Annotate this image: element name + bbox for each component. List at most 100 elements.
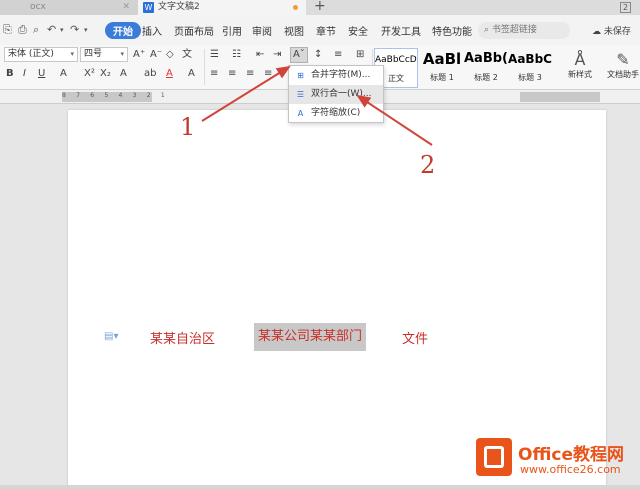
cloud-icon: ☁ — [592, 27, 601, 37]
character-border-icon[interactable]: A — [188, 67, 195, 81]
close-icon[interactable]: ✕ — [122, 0, 130, 15]
writer-doc-icon: W — [143, 2, 154, 13]
show-marks-icon[interactable]: ⊞ — [356, 48, 364, 62]
save-icon[interactable]: ⎘ — [3, 23, 12, 37]
pinyin-icon[interactable]: 文 — [182, 48, 192, 62]
menu-bar: ⎘ ⎙ ⌕ ↶ ▾ ↷ ▾ 开始 插入 页面布局 引用 审阅 视图 章节 安全 … — [0, 15, 640, 45]
menu-special-features[interactable]: 特色功能 — [432, 23, 472, 38]
font-size-value: 四号 — [84, 49, 103, 59]
style-heading-1[interactable]: AaBl 标题 1 — [420, 48, 464, 88]
style-sample: AaBl — [422, 50, 462, 68]
undo-dropdown-icon[interactable]: ▾ — [60, 26, 64, 34]
print-icon[interactable]: ⎙ — [18, 23, 27, 37]
search-input[interactable]: ⌕ 书签超链接 — [478, 22, 570, 39]
window-count-badge[interactable]: 2 — [620, 2, 631, 13]
chinese-layout-button[interactable]: Aˇ — [290, 47, 308, 63]
sort-icon[interactable]: ↕ — [314, 48, 322, 62]
bullet-list-icon[interactable]: ☰ — [210, 48, 219, 62]
menu-chapter[interactable]: 章节 — [316, 23, 336, 38]
menu-item-character-scaling[interactable]: A 字符缩放(C) — [289, 104, 383, 123]
align-right-icon[interactable]: ≡ — [246, 67, 254, 81]
superscript-icon[interactable]: X² — [84, 67, 95, 81]
menu-page-layout[interactable]: 页面布局 — [174, 23, 214, 38]
menu-item-two-lines-in-one[interactable]: ☰ 双行合一(W)... — [289, 85, 383, 104]
grow-font-icon[interactable]: A⁺ — [133, 48, 145, 62]
unsaved-label: 未保存 — [603, 27, 631, 37]
font-name-select[interactable]: 宋体 (正文) ▾ — [4, 47, 78, 62]
style-label: 标题 2 — [474, 73, 498, 82]
increase-indent-icon[interactable]: ⇥ — [273, 48, 281, 62]
shrink-font-icon[interactable]: A⁻ — [150, 48, 162, 62]
justify-icon[interactable]: ≡ — [264, 67, 272, 81]
style-sample: AaBb( — [464, 51, 508, 66]
line-spacing-icon[interactable]: ≡ — [334, 48, 342, 62]
menu-security[interactable]: 安全 — [348, 23, 368, 38]
menu-item-combine-characters[interactable]: ⊞ 合并字符(M)... — [289, 66, 383, 85]
tab-other-label: ocx — [30, 2, 46, 12]
doc-text-selected[interactable]: 某某公司某某部门 — [254, 323, 367, 351]
style-sample: AaBbC — [508, 52, 552, 66]
number-list-icon[interactable]: ☷ — [232, 48, 241, 62]
chevron-down-icon: ▾ — [70, 50, 74, 58]
strikethrough-icon[interactable]: A — [60, 67, 67, 81]
clear-format-icon[interactable]: ◇ — [166, 48, 174, 62]
italic-icon[interactable]: I — [23, 67, 26, 81]
cloud-status[interactable]: ☁ 未保存 — [592, 24, 631, 37]
new-style-icon: Å — [574, 50, 586, 69]
menu-view[interactable]: 视图 — [284, 23, 304, 38]
ruler-margin-right — [520, 92, 600, 102]
scaling-icon: A — [297, 109, 304, 118]
align-left-icon[interactable]: ≡ — [210, 67, 218, 81]
menu-item-label: 字符缩放(C) — [311, 108, 361, 118]
menu-item-label: 双行合一(W)... — [311, 89, 372, 99]
underline-icon[interactable]: U — [38, 67, 45, 81]
new-style-label: 新样式 — [568, 70, 592, 79]
font-size-select[interactable]: 四号 ▾ — [80, 47, 128, 62]
font-name-value: 宋体 (正文) — [8, 49, 54, 59]
preview-icon[interactable]: ⌕ — [33, 23, 39, 37]
font-color-icon[interactable]: A — [166, 67, 173, 81]
menu-developer[interactable]: 开发工具 — [381, 23, 421, 38]
style-label: 标题 3 — [518, 73, 542, 82]
paragraph-marker-icon[interactable]: ▤▾ — [104, 331, 118, 342]
doc-assistant-button[interactable]: ✎ 文档助手 — [606, 50, 640, 80]
watermark-url: www.office26.com — [520, 463, 621, 476]
tab-strip: ocx ✕ W 文字文稿2 + 2 — [0, 0, 640, 15]
style-label: 标题 1 — [430, 73, 454, 82]
style-heading-3[interactable]: AaBbC 标题 3 — [508, 48, 552, 88]
doc-text-file[interactable]: 文件 — [402, 328, 428, 347]
search-placeholder: 书签超链接 — [491, 25, 537, 35]
tab-active-document[interactable]: W 文字文稿2 — [138, 0, 306, 15]
menu-review[interactable]: 审阅 — [252, 23, 272, 38]
combine-characters-icon: ⊞ — [297, 71, 304, 80]
annotation-label-1: 1 — [180, 113, 196, 141]
ruler-ticks: 8 7 6 5 4 3 2 1 — [62, 92, 169, 99]
subscript-icon[interactable]: X₂ — [100, 67, 111, 81]
undo-icon[interactable]: ↶ — [47, 23, 56, 36]
menu-insert[interactable]: 插入 — [142, 23, 162, 38]
decrease-indent-icon[interactable]: ⇤ — [256, 48, 264, 62]
quick-access-dropdown-icon[interactable]: ▾ — [84, 26, 88, 34]
divider — [204, 49, 205, 85]
text-effect-icon[interactable]: A — [120, 67, 127, 81]
align-center-icon[interactable]: ≡ — [228, 67, 236, 81]
chevron-down-icon: ▾ — [120, 50, 124, 58]
document-page[interactable]: ▤▾ 某某自治区 某某公司某某部门 文件 — [68, 110, 606, 489]
site-watermark: Office教程网 www.office26.com — [472, 436, 638, 486]
doc-assistant-icon: ✎ — [616, 50, 630, 69]
new-tab-button[interactable]: + — [314, 0, 326, 14]
tab-active-label: 文字文稿2 — [158, 2, 200, 12]
unsaved-dot-icon — [293, 5, 298, 10]
new-style-button[interactable]: Å 新样式 — [560, 50, 600, 80]
redo-icon[interactable]: ↷ — [70, 23, 79, 36]
bold-icon[interactable]: B — [6, 67, 14, 81]
menu-start[interactable]: 开始 — [105, 22, 141, 39]
style-heading-2[interactable]: AaBb( 标题 2 — [464, 48, 508, 88]
highlight-icon[interactable]: ab — [144, 67, 156, 81]
chinese-layout-menu: ⊞ 合并字符(M)... ☰ 双行合一(W)... A 字符缩放(C) — [288, 65, 384, 123]
two-lines-icon: ☰ — [296, 90, 305, 99]
doc-text-region[interactable]: 某某自治区 — [150, 328, 215, 347]
search-icon: ⌕ — [484, 25, 490, 35]
menu-references[interactable]: 引用 — [222, 23, 242, 38]
tab-other-document[interactable]: ocx ✕ — [0, 0, 138, 15]
